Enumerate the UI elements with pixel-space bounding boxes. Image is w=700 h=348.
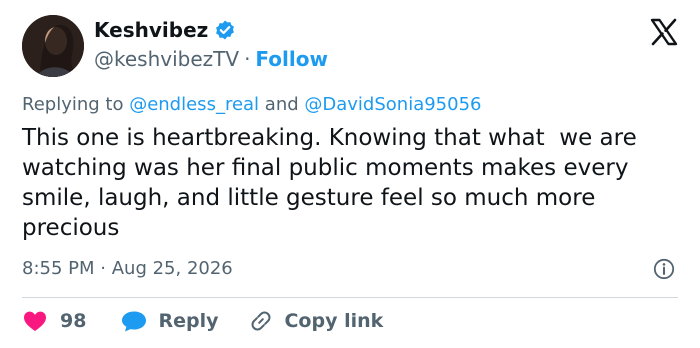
author-display-name[interactable]: Keshvibez [94, 18, 208, 42]
avatar[interactable] [22, 15, 84, 77]
mention-endless-real[interactable]: @endless_real [129, 94, 259, 115]
mention-davidsonia[interactable]: @DavidSonia95056 [304, 94, 481, 115]
tweet-card: Keshvibez @keshvibezTV · Follow Replying… [0, 0, 700, 348]
like-button[interactable]: 98 [22, 308, 86, 334]
action-bar: 98 Reply Copy link [22, 308, 383, 334]
author-name-row: Keshvibez [94, 18, 236, 42]
replying-conjunction: and [259, 94, 305, 115]
info-icon[interactable] [653, 258, 675, 280]
reply-label: Reply [158, 310, 219, 332]
link-icon [248, 308, 274, 334]
heart-icon [22, 309, 48, 333]
author-handle[interactable]: @keshvibezTV [94, 47, 239, 71]
reply-button[interactable]: Reply [120, 308, 218, 334]
divider [22, 297, 678, 298]
replying-prefix: Replying to [22, 94, 130, 115]
tweet-time: 8:55 PM [22, 258, 95, 279]
x-logo-icon[interactable] [650, 18, 678, 46]
copy-link-label: Copy link [284, 310, 384, 332]
reply-bubble-icon [120, 309, 148, 333]
verified-badge-icon [214, 19, 236, 41]
author-handle-row: @keshvibezTV · Follow [94, 47, 328, 71]
tweet-timestamp[interactable]: 8:55 PM · Aug 25, 2026 [22, 257, 233, 281]
tweet-text: This one is heartbreaking. Knowing that … [22, 125, 645, 241]
tweet-date: Aug 25, 2026 [111, 258, 233, 279]
copy-link-button[interactable]: Copy link [248, 308, 383, 334]
replying-to-line: Replying to @endless_real and @DavidSoni… [22, 93, 481, 117]
handle-separator: · [244, 47, 251, 71]
timestamp-separator: · [100, 258, 106, 279]
follow-button[interactable]: Follow [255, 47, 328, 71]
like-count: 98 [60, 310, 87, 332]
